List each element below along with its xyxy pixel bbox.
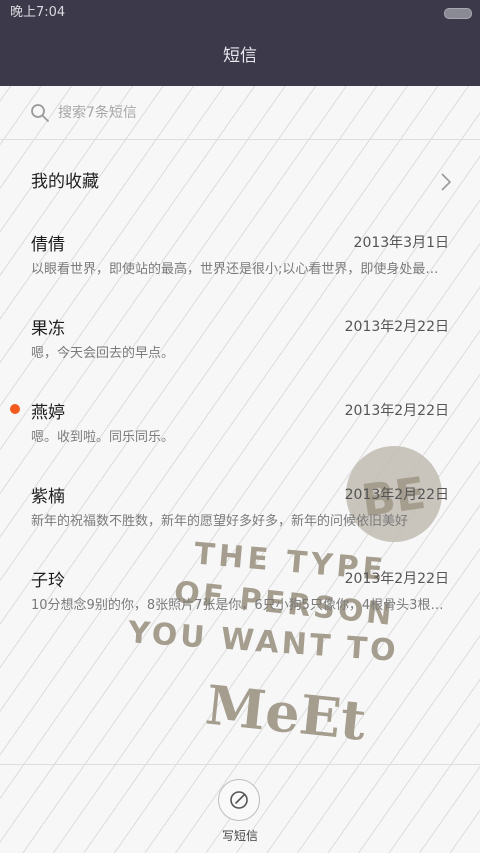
title-bar: 短信: [0, 26, 480, 86]
message-item[interactable]: 子玲 2013年2月22日 10分想念9别的你，8张照片7张是你，6只小狗5只像…: [0, 560, 480, 644]
message-item[interactable]: 燕婷 2013年2月22日 嗯。收到啦。同乐同乐。: [0, 392, 480, 476]
page-title: 短信: [223, 46, 257, 66]
message-item[interactable]: 果冻 2013年2月22日 嗯，今天会回去的早点。: [0, 308, 480, 392]
search-input[interactable]: 搜索7条短信: [58, 86, 137, 140]
message-date: 2013年3月1日: [353, 235, 449, 251]
contact-name: 紫楠: [31, 487, 65, 507]
message-preview: 嗯，今天会回去的早点。: [31, 346, 175, 361]
compose-label: 写短信: [221, 829, 258, 843]
favorites-row[interactable]: 我的收藏: [0, 140, 480, 224]
search-bar[interactable]: 搜索7条短信: [0, 86, 480, 140]
wallpaper-text-line5: MeEt: [203, 672, 369, 752]
compose-button[interactable]: [218, 779, 260, 821]
battery-icon: [444, 8, 472, 19]
contact-name: 果冻: [31, 319, 65, 339]
contact-name: 子玲: [31, 571, 65, 591]
message-date: 2013年2月22日: [344, 403, 449, 419]
message-item[interactable]: 紫楠 2013年2月22日 新年的祝福数不胜数，新年的愿望好多好多，新年的问候依…: [0, 476, 480, 560]
message-preview: 10分想念9别的你，8张照片7张是你，6只小狗5只像你，4根骨头3根给你: [31, 598, 449, 613]
chevron-right-icon: [441, 173, 452, 191]
contact-name: 燕婷: [31, 403, 65, 423]
message-date: 2013年2月22日: [344, 487, 449, 503]
message-date: 2013年2月22日: [344, 571, 449, 587]
message-preview: 以眼看世界，即使站的最高，世界还是很小;以心看世界，即使身处最低，世界也会很大: [31, 262, 449, 277]
compose-icon: [230, 791, 248, 809]
contact-name: 倩倩: [31, 235, 65, 255]
message-preview: 新年的祝福数不胜数，新年的愿望好多好多，新年的问候依旧美好: [31, 514, 409, 529]
search-icon: [31, 104, 49, 122]
message-date: 2013年2月22日: [344, 319, 449, 335]
favorites-label: 我的收藏: [31, 172, 99, 192]
message-item[interactable]: 倩倩 2013年3月1日 以眼看世界，即使站的最高，世界还是很小;以心看世界，即…: [0, 224, 480, 308]
status-time: 晚上7:04: [10, 5, 66, 20]
status-bar: 晚上7:04: [0, 0, 480, 26]
bottom-bar: 写短信: [0, 764, 480, 853]
message-preview: 嗯。收到啦。同乐同乐。: [31, 430, 175, 445]
unread-dot-icon: [10, 404, 20, 414]
